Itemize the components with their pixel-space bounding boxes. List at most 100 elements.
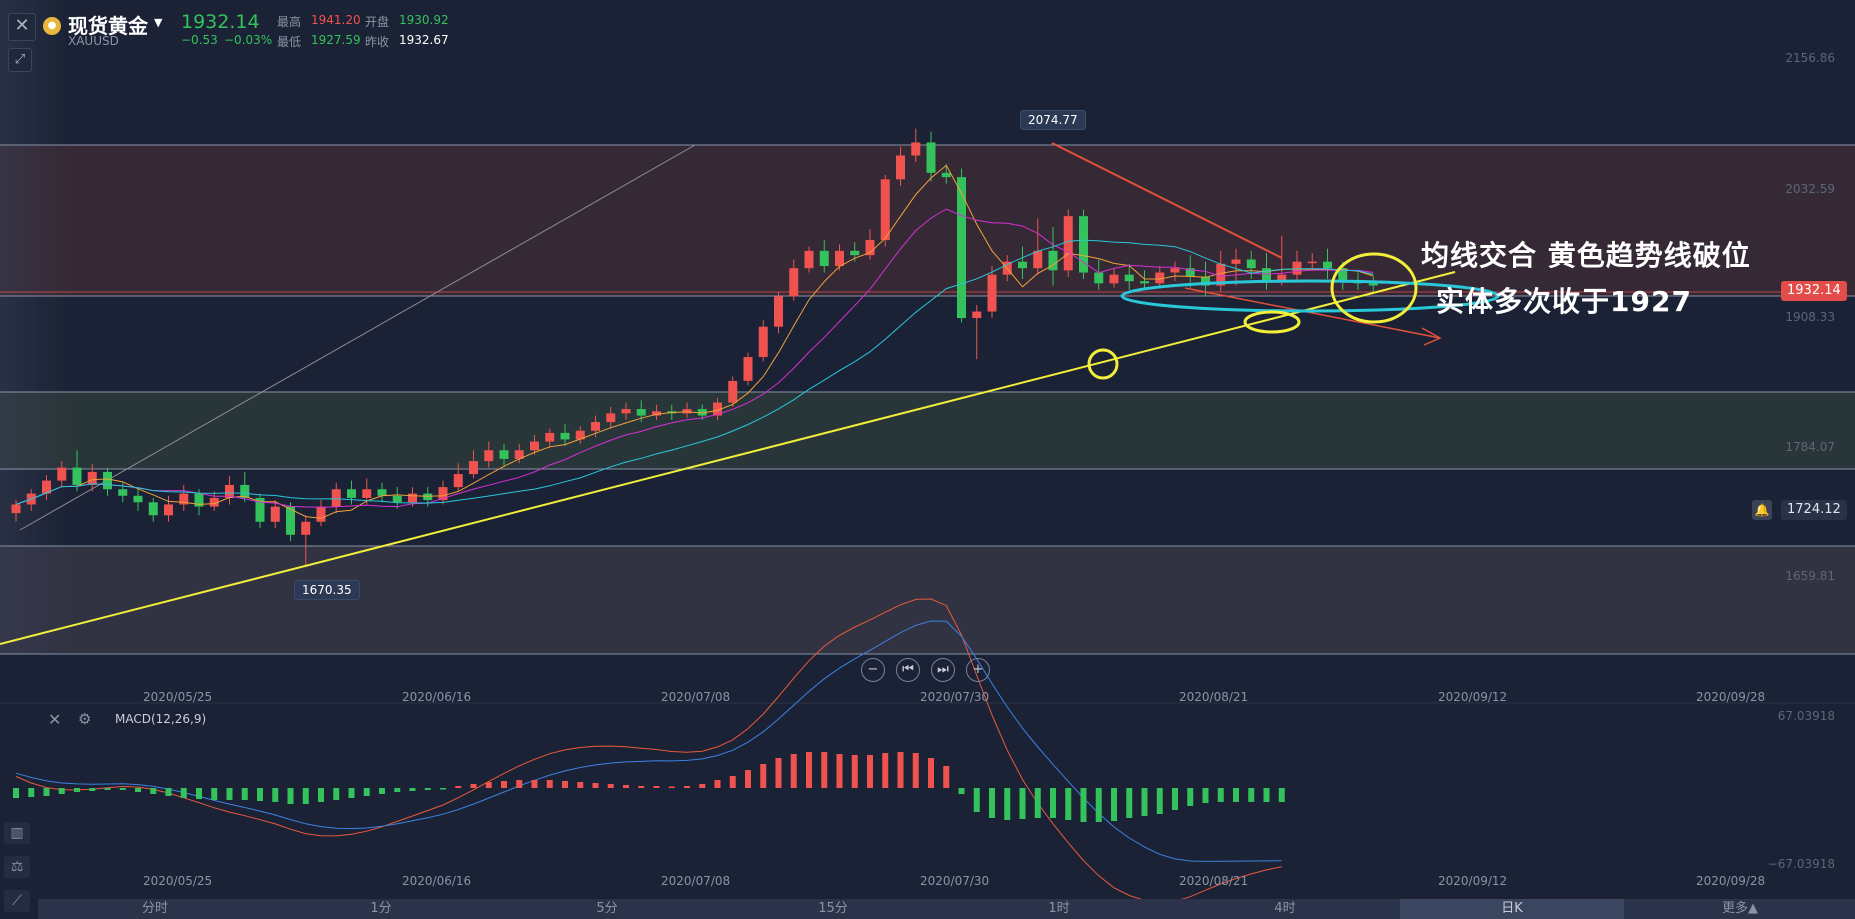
macd-bar <box>150 788 157 794</box>
macd-bar <box>729 776 736 788</box>
candle-body <box>987 274 997 312</box>
macd-bar <box>745 770 751 788</box>
tab-daily[interactable]: 日K <box>1400 899 1624 919</box>
macd-bar <box>806 752 812 788</box>
date-label: 2020/05/25 <box>143 874 213 888</box>
date-label: 2020/08/21 <box>1179 690 1249 704</box>
tab-1min[interactable]: 1分 <box>286 899 476 919</box>
macd-bar <box>943 766 950 788</box>
gold-coin-icon: ● <box>43 17 61 35</box>
macd-bar <box>867 755 873 788</box>
macd-bar <box>104 788 111 790</box>
candle-body <box>560 432 570 440</box>
macd-bar <box>1172 788 1178 810</box>
candle-body <box>1124 274 1134 282</box>
candle-style-icon[interactable]: ▥ <box>4 822 30 844</box>
macd-bar <box>790 754 797 788</box>
macd-bar <box>775 758 782 788</box>
open-value: 1930.92 <box>399 13 449 27</box>
macd-bar <box>1187 788 1194 806</box>
macd-bar <box>180 788 187 798</box>
macd-bar <box>409 788 416 791</box>
draw-tool-icon[interactable]: ⤢ <box>8 48 32 72</box>
macd-bar <box>302 788 309 804</box>
line-chart-icon[interactable]: ⟋ <box>4 890 30 912</box>
candle-body <box>880 179 890 241</box>
candle-body <box>331 489 341 507</box>
candle-body <box>1048 250 1058 271</box>
candle-body <box>957 177 966 319</box>
date-label: 2020/09/12 <box>1438 690 1508 704</box>
date-label: 2020/07/30 <box>920 874 990 888</box>
settings-icon[interactable]: ⚙ <box>78 710 91 728</box>
macd-bar <box>699 784 706 788</box>
bell-icon[interactable]: 🔔 <box>1752 500 1772 520</box>
macd-bar <box>592 783 599 788</box>
annotation-line-2: 实体多次收于1927 <box>1436 285 1692 318</box>
candlestick-chart[interactable] <box>0 0 1855 919</box>
macd-dea-line <box>15 620 1282 862</box>
tab-more[interactable]: 更多▲ <box>1650 899 1830 919</box>
zoom-out-button[interactable]: − <box>861 658 885 682</box>
candle-body <box>591 422 600 431</box>
macd-bar <box>1095 788 1102 822</box>
macd-bar <box>287 788 294 804</box>
zone-middle <box>0 392 1855 469</box>
indicator-icon[interactable]: ⚖ <box>4 856 30 878</box>
macd-bar <box>43 788 50 796</box>
macd-axis-top: 67.03918 <box>1777 709 1835 723</box>
candle-body <box>484 450 494 462</box>
tab-15min[interactable]: 15分 <box>738 899 928 919</box>
macd-bar <box>28 788 35 797</box>
zoom-in-button[interactable]: + <box>966 658 990 682</box>
candle-body <box>118 489 128 496</box>
macd-bar <box>379 788 385 794</box>
macd-bar <box>1217 788 1224 802</box>
macd-bar <box>882 753 889 788</box>
low-value: 1927.59 <box>311 33 361 47</box>
candle-body <box>926 142 936 173</box>
candle-body <box>789 268 799 297</box>
date-label: 2020/06/16 <box>402 690 472 704</box>
macd-bar <box>272 788 279 802</box>
macd-bar <box>546 780 553 788</box>
close-indicator-icon[interactable]: ✕ <box>48 710 61 729</box>
scroll-end-button[interactable]: ⏭ <box>931 658 955 682</box>
candle-body <box>728 380 738 403</box>
macd-bar <box>58 788 65 794</box>
date-label: 2020/06/16 <box>402 874 472 888</box>
macd-bar <box>165 788 172 796</box>
candle-body <box>1292 261 1302 275</box>
candle-body <box>1368 283 1378 286</box>
alert-price[interactable]: 1724.12 <box>1781 500 1847 520</box>
price-change: −0.53 <box>181 33 218 47</box>
candle-body <box>1231 259 1241 264</box>
macd-label: MACD(12,26,9) <box>115 712 207 726</box>
candle-body <box>1262 268 1271 282</box>
macd-bar <box>440 788 446 790</box>
macd-bar <box>577 782 584 788</box>
tab-timeshare[interactable]: 分时 <box>60 899 250 919</box>
last-price: 1932.14 <box>181 11 260 33</box>
prev-close-value: 1932.67 <box>399 33 449 47</box>
date-label: 2020/07/30 <box>920 690 990 704</box>
macd-bar <box>653 786 660 788</box>
candle-body <box>545 432 555 442</box>
macd-bar <box>196 788 202 799</box>
macd-bar <box>1233 788 1239 802</box>
yellow-ellipse-small <box>1243 310 1301 334</box>
macd-bar <box>760 764 767 788</box>
candle-body <box>1063 216 1073 271</box>
tab-1hour[interactable]: 1时 <box>964 899 1154 919</box>
macd-bar <box>897 752 904 788</box>
scroll-start-button[interactable]: ⏮ <box>896 658 920 682</box>
macd-bar <box>363 788 370 796</box>
macd-bar <box>912 753 919 788</box>
instrument-dropdown-icon[interactable]: ▼ <box>154 16 162 29</box>
tab-4hour[interactable]: 4时 <box>1190 899 1380 919</box>
tab-5min[interactable]: 5分 <box>512 899 702 919</box>
candle-body <box>530 441 539 451</box>
close-icon[interactable]: ✕ <box>8 13 36 41</box>
candle-body <box>423 493 433 501</box>
macd-bar <box>607 784 614 788</box>
